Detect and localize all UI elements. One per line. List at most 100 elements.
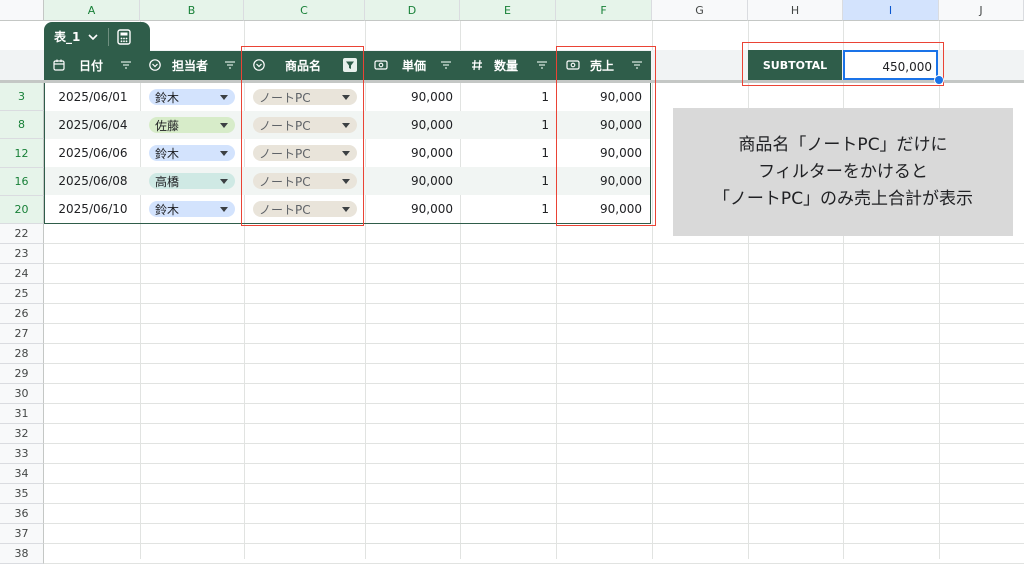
row-header[interactable]: 24 <box>0 264 44 284</box>
person-cell[interactable]: 鈴木 <box>149 195 235 223</box>
row-header[interactable]: 3 <box>0 83 44 111</box>
dropdown-arrow-icon[interactable] <box>220 151 228 156</box>
person-chip[interactable]: 佐藤 <box>149 117 235 133</box>
column-header-h[interactable]: H <box>748 0 843 21</box>
row-header[interactable]: 32 <box>0 424 44 444</box>
column-header-a[interactable]: A <box>44 0 140 21</box>
filter-icon[interactable] <box>440 59 452 73</box>
row-header[interactable]: 12 <box>0 139 44 168</box>
column-header-c[interactable]: C <box>244 0 365 21</box>
row-header[interactable]: 26 <box>0 304 44 324</box>
price-cell[interactable]: 90,000 <box>366 195 461 223</box>
product-chip[interactable]: ノートPC <box>253 173 357 189</box>
select-all-corner[interactable] <box>0 0 44 21</box>
product-cell[interactable]: ノートPC <box>253 139 357 167</box>
row-header[interactable]: 23 <box>0 244 44 264</box>
price-cell[interactable]: 90,000 <box>366 167 461 195</box>
row-header[interactable]: 16 <box>0 168 44 196</box>
qty-cell[interactable]: 1 <box>461 195 557 223</box>
row-header[interactable]: 36 <box>0 504 44 524</box>
header-product[interactable]: 商品名 <box>244 51 365 80</box>
date-cell[interactable]: 2025/06/04 <box>45 111 141 139</box>
dropdown-arrow-icon[interactable] <box>342 207 350 212</box>
row-header[interactable]: 30 <box>0 384 44 404</box>
column-header-e[interactable]: E <box>460 0 556 21</box>
row-header[interactable]: 20 <box>0 196 44 224</box>
price-cell[interactable]: 90,000 <box>366 83 461 111</box>
row-header[interactable]: 34 <box>0 464 44 484</box>
qty-cell[interactable]: 1 <box>461 111 557 139</box>
column-header-i[interactable]: I <box>843 0 939 21</box>
dropdown-arrow-icon[interactable] <box>220 207 228 212</box>
product-chip[interactable]: ノートPC <box>253 117 357 133</box>
subtotal-value-cell[interactable]: 450,000 <box>843 50 938 80</box>
dropdown-arrow-icon[interactable] <box>220 179 228 184</box>
qty-cell[interactable]: 1 <box>461 83 557 111</box>
person-cell[interactable]: 佐藤 <box>149 111 235 139</box>
product-chip[interactable]: ノートPC <box>253 201 357 217</box>
header-sales[interactable]: 売上 <box>556 51 651 80</box>
sales-cell[interactable]: 90,000 <box>557 167 650 195</box>
person-chip[interactable]: 鈴木 <box>149 145 235 161</box>
header-price[interactable]: 単価 <box>365 51 460 80</box>
row-header[interactable]: 29 <box>0 364 44 384</box>
filter-icon[interactable] <box>224 59 236 73</box>
filter-active-icon[interactable] <box>343 58 357 75</box>
dropdown-arrow-icon[interactable] <box>342 123 350 128</box>
product-chip[interactable]: ノートPC <box>253 89 357 105</box>
filter-icon[interactable] <box>631 59 643 73</box>
product-cell[interactable]: ノートPC <box>253 83 357 111</box>
price-cell[interactable]: 90,000 <box>366 111 461 139</box>
column-header-f[interactable]: F <box>556 0 652 21</box>
header-qty[interactable]: 数量 <box>460 51 556 80</box>
row-header[interactable]: 38 <box>0 544 44 564</box>
column-header-d[interactable]: D <box>365 0 460 21</box>
sales-cell[interactable]: 90,000 <box>557 83 650 111</box>
product-cell[interactable]: ノートPC <box>253 195 357 223</box>
subtotal-label[interactable]: SUBTOTAL <box>748 50 842 80</box>
price-cell[interactable]: 90,000 <box>366 139 461 167</box>
dropdown-arrow-icon[interactable] <box>342 151 350 156</box>
date-cell[interactable]: 2025/06/01 <box>45 83 141 111</box>
person-chip[interactable]: 鈴木 <box>149 89 235 105</box>
person-chip[interactable]: 高橋 <box>149 173 235 189</box>
chevron-down-icon[interactable] <box>88 30 98 43</box>
product-chip[interactable]: ノートPC <box>253 145 357 161</box>
calculator-icon[interactable] <box>117 28 132 45</box>
row-header[interactable]: 31 <box>0 404 44 424</box>
dropdown-arrow-icon[interactable] <box>342 95 350 100</box>
date-cell[interactable]: 2025/06/06 <box>45 139 141 167</box>
person-chip[interactable]: 鈴木 <box>149 201 235 217</box>
sales-cell[interactable]: 90,000 <box>557 139 650 167</box>
date-cell[interactable]: 2025/06/10 <box>45 195 141 223</box>
row-header[interactable]: 28 <box>0 344 44 364</box>
filter-icon[interactable] <box>120 59 132 73</box>
row-header[interactable]: 27 <box>0 324 44 344</box>
dropdown-arrow-icon[interactable] <box>220 123 228 128</box>
row-header[interactable]: 8 <box>0 111 44 139</box>
person-cell[interactable]: 鈴木 <box>149 139 235 167</box>
sales-cell[interactable]: 90,000 <box>557 111 650 139</box>
selection-fill-handle[interactable] <box>934 75 944 85</box>
sales-cell[interactable]: 90,000 <box>557 195 650 223</box>
column-header-j[interactable]: J <box>939 0 1024 21</box>
row-header[interactable]: 33 <box>0 444 44 464</box>
row-header[interactable]: 25 <box>0 284 44 304</box>
column-header-g[interactable]: G <box>652 0 748 21</box>
row-header[interactable]: 22 <box>0 224 44 244</box>
person-cell[interactable]: 高橋 <box>149 167 235 195</box>
header-person[interactable]: 担当者 <box>140 51 244 80</box>
qty-cell[interactable]: 1 <box>461 167 557 195</box>
row-header[interactable]: 37 <box>0 524 44 544</box>
row-header[interactable]: 35 <box>0 484 44 504</box>
dropdown-arrow-icon[interactable] <box>220 95 228 100</box>
column-header-b[interactable]: B <box>140 0 244 21</box>
qty-cell[interactable]: 1 <box>461 139 557 167</box>
filter-icon[interactable] <box>536 59 548 73</box>
header-date[interactable]: 日付 <box>44 51 140 80</box>
dropdown-arrow-icon[interactable] <box>342 179 350 184</box>
person-cell[interactable]: 鈴木 <box>149 83 235 111</box>
product-cell[interactable]: ノートPC <box>253 111 357 139</box>
date-cell[interactable]: 2025/06/08 <box>45 167 141 195</box>
product-cell[interactable]: ノートPC <box>253 167 357 195</box>
